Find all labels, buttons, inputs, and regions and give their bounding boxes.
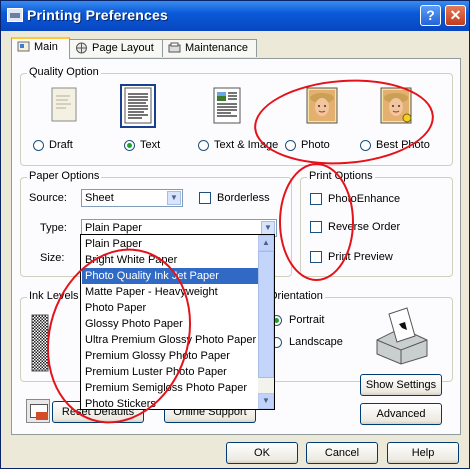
list-item[interactable]: Premium Semigloss Photo Paper	[82, 380, 258, 396]
ink-levels-label: Ink Levels	[27, 290, 81, 302]
text-image-label: Text & Image	[214, 139, 279, 151]
tab-maintenance[interactable]: Maintenance	[162, 39, 257, 57]
reverse-order-checkbox[interactable]	[310, 221, 322, 233]
tab-main[interactable]: Main	[11, 37, 70, 59]
tab-page-layout[interactable]: Page Layout	[69, 39, 163, 57]
draft-document-icon	[51, 87, 77, 122]
reverse-order-label: Reverse Order	[328, 221, 401, 233]
best-photo-radio[interactable]	[360, 140, 371, 151]
draft-label: Draft	[49, 139, 73, 151]
text-image-document-icon	[213, 87, 241, 124]
chevron-down-icon[interactable]: ▼	[261, 221, 275, 235]
printer-icon	[7, 8, 23, 22]
show-settings-button[interactable]: Show Settings	[360, 374, 442, 396]
scroll-thumb[interactable]	[258, 251, 274, 378]
text-label: Text	[140, 139, 161, 151]
title-bar[interactable]: Printing Preferences ? ✕	[1, 1, 469, 31]
text-option-frame[interactable]	[120, 84, 156, 128]
maintenance-icon	[168, 42, 181, 53]
printer-orientation-icon	[376, 307, 428, 365]
print-preview-label: Print Preview	[328, 251, 393, 263]
source-value: Sheet	[85, 192, 114, 204]
source-label: Source:	[29, 192, 67, 204]
borderless-label: Borderless	[217, 192, 270, 204]
help-button[interactable]: Help	[387, 442, 459, 464]
tab-page-layout-label: Page Layout	[92, 42, 154, 54]
page-layout-icon	[76, 42, 87, 54]
draft-radio[interactable]	[33, 140, 44, 151]
text-radio[interactable]	[124, 140, 135, 151]
list-item[interactable]: Photo Stickers	[82, 396, 258, 409]
photo-icon	[306, 87, 338, 124]
scroll-up-icon[interactable]: ▲	[258, 235, 274, 251]
landscape-label: Landscape	[289, 336, 343, 348]
list-item[interactable]: Premium Luster Photo Paper	[82, 364, 258, 380]
scroll-down-icon[interactable]: ▼	[258, 393, 274, 409]
photo-label: Photo	[301, 139, 330, 151]
photoenhance-checkbox[interactable]	[310, 193, 322, 205]
borderless-checkbox[interactable]	[199, 192, 211, 204]
list-item[interactable]: Bright White Paper	[82, 252, 258, 268]
paper-type-dropdown-list[interactable]: Plain Paper Bright White Paper Photo Qua…	[80, 234, 275, 410]
tab-main-label: Main	[34, 41, 58, 53]
advanced-button[interactable]: Advanced	[360, 403, 442, 425]
help-title-button[interactable]: ?	[420, 5, 441, 26]
print-preview-checkbox[interactable]	[310, 251, 322, 263]
orientation-label: Orientation	[267, 290, 325, 302]
main-tab-icon	[17, 41, 30, 52]
list-scrollbar[interactable]: ▲ ▼	[258, 235, 274, 409]
list-item[interactable]: Matte Paper - Heavyweight	[82, 284, 258, 300]
list-item[interactable]: Ultra Premium Glossy Photo Paper	[82, 332, 258, 348]
cancel-button[interactable]: Cancel	[306, 442, 378, 464]
type-value: Plain Paper	[85, 222, 142, 234]
list-item[interactable]: Plain Paper	[82, 236, 258, 252]
text-document-icon	[124, 87, 152, 124]
printing-preferences-window: Printing Preferences ? ✕ Main Page Layou…	[0, 0, 470, 469]
list-item[interactable]: Premium Glossy Photo Paper	[82, 348, 258, 364]
list-item[interactable]: Glossy Photo Paper	[82, 316, 258, 332]
list-item-selected[interactable]: Photo Quality Ink Jet Paper	[82, 268, 258, 284]
tab-maintenance-label: Maintenance	[185, 42, 248, 54]
reset-defaults-icon	[26, 399, 50, 423]
print-options-group: Print Options PhotoEnhance Reverse Order…	[300, 170, 453, 277]
text-image-radio[interactable]	[198, 140, 209, 151]
chevron-down-icon[interactable]: ▼	[167, 191, 181, 205]
photo-radio[interactable]	[285, 140, 296, 151]
type-label: Type:	[40, 222, 67, 234]
size-label: Size:	[40, 252, 65, 264]
orientation-group: Orientation Portrait Landscape	[260, 290, 453, 382]
portrait-label: Portrait	[289, 314, 325, 326]
black-ink-cartridge-icon	[31, 314, 49, 372]
best-photo-icon	[380, 87, 412, 124]
print-options-label: Print Options	[307, 170, 375, 182]
quality-option-group: Quality Option Draft Text Text & Image P…	[20, 66, 453, 166]
close-button[interactable]: ✕	[445, 5, 466, 26]
photoenhance-label: PhotoEnhance	[328, 193, 401, 205]
window-title: Printing Preferences	[27, 7, 168, 23]
ok-button[interactable]: OK	[226, 442, 298, 464]
paper-options-label: Paper Options	[27, 170, 102, 182]
source-select[interactable]: Sheet ▼	[81, 189, 183, 207]
list-item[interactable]: Photo Paper	[82, 300, 258, 316]
best-photo-label: Best Photo	[376, 139, 430, 151]
quality-option-label: Quality Option	[27, 66, 101, 78]
